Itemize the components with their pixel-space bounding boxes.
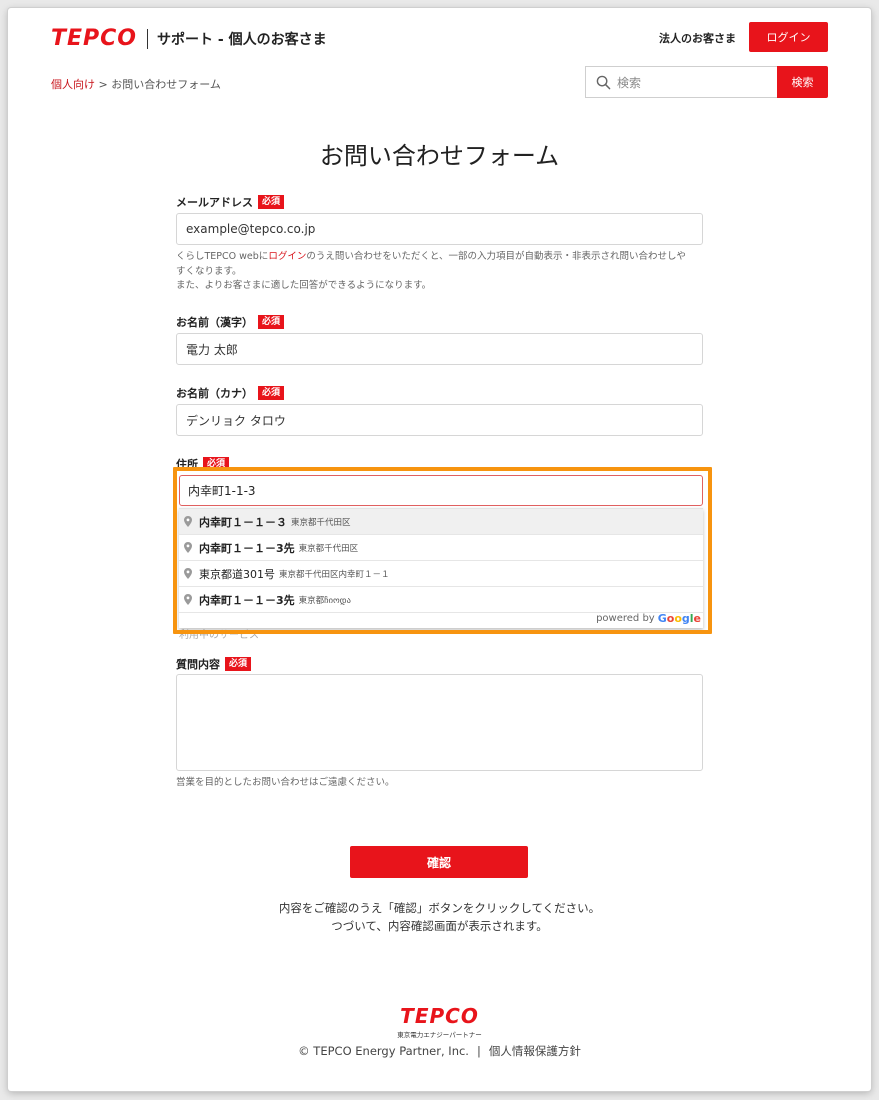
confirm-instruction-line1: 内容をご確認のうえ「確認」ボタンをクリックしてください。 (278, 901, 601, 915)
email-label-text: メールアドレス (176, 196, 253, 209)
name-kanji-label-text: お名前（漢字） (176, 316, 253, 329)
email-note-text-2: のうえ問い合わせをいただくと、一部の入力項目が自動表示・非表示され問い合わせしや (306, 251, 686, 262)
search-input[interactable]: 検索 (585, 66, 777, 98)
footer-separator: | (476, 1044, 481, 1058)
email-note: くらしTEPCO webにログインのうえ問い合わせをいただくと、一部の入力項目が… (176, 250, 716, 294)
search-icon (596, 75, 611, 89)
footer-copyright: © TEPCO Energy Partner, Inc. | 個人情報保護方針 (8, 1043, 871, 1059)
footer-tepco-logo: TEPCO (400, 1004, 479, 1028)
footer-logo: TEPCO 東京電力エナジーパートナー (8, 1004, 871, 1039)
page-title: お問い合わせフォーム (319, 142, 560, 170)
email-label: メールアドレス 必須 (176, 194, 285, 210)
breadcrumb-current: お問い合わせフォーム (111, 78, 221, 91)
name-kana-label: お名前（カナ） 必須 (176, 385, 285, 401)
corporate-customers-link[interactable]: 法人のお客さま (659, 30, 736, 46)
breadcrumb-home-link[interactable]: 個人向け (51, 78, 95, 91)
search-placeholder: 検索 (617, 75, 642, 90)
email-note-line3: また、よりお客さまに適した回答ができるようになります。 (176, 280, 432, 291)
browser-window: TEPCO サポート - 個人のお客さま 法人のお客さま ログイン 個人向け >… (8, 8, 871, 1091)
required-badge: 必須 (258, 386, 285, 400)
search-button[interactable]: 検索 (777, 66, 828, 98)
site-logo[interactable]: TEPCO サポート - 個人のお客さま (51, 26, 327, 51)
email-field[interactable]: example@tepco.co.jp (176, 213, 703, 245)
confirm-instructions: 内容をご確認のうえ「確認」ボタンをクリックしてください。 つづいて、内容確認画面… (8, 899, 871, 935)
required-badge: 必須 (258, 315, 285, 329)
name-kana-field[interactable]: デンリョク タロウ (176, 404, 703, 436)
site-title: サポート - 個人のお客さま (157, 31, 327, 48)
name-kanji-label: お名前（漢字） 必須 (176, 314, 285, 330)
copyright-text: © TEPCO Energy Partner, Inc. (298, 1044, 469, 1058)
question-label-text: 質問内容 (176, 658, 220, 671)
name-kanji-field[interactable]: 電力 太郎 (176, 333, 703, 365)
logo-divider (147, 28, 149, 49)
footer-logo-subtitle: 東京電力エナジーパートナー (397, 1031, 482, 1039)
email-note-line2: すくなります。 (176, 265, 242, 277)
question-note: 営業を目的としたお問い合わせはご遠慮ください。 (176, 777, 395, 788)
confirm-instruction-line2: つづいて、内容確認画面が表示されます。 (331, 919, 548, 933)
question-label: 質問内容 必須 (176, 656, 252, 672)
confirm-button[interactable]: 確認 (350, 846, 528, 878)
breadcrumb-separator: > (95, 78, 112, 91)
breadcrumb: 個人向け > お問い合わせフォーム (51, 76, 221, 92)
name-kana-label-text: お名前（カナ） (176, 387, 253, 400)
login-button[interactable]: ログイン (749, 22, 828, 52)
privacy-policy-link[interactable]: 個人情報保護方針 (489, 1044, 581, 1058)
login-inline-link[interactable]: ログイン (268, 251, 306, 262)
highlight-annotation-box (173, 467, 712, 634)
email-note-text: くらしTEPCO webに (176, 251, 269, 262)
required-badge: 必須 (258, 195, 285, 209)
question-textarea[interactable] (176, 674, 703, 771)
tepco-logo: TEPCO (51, 26, 138, 51)
required-badge: 必須 (225, 657, 252, 671)
